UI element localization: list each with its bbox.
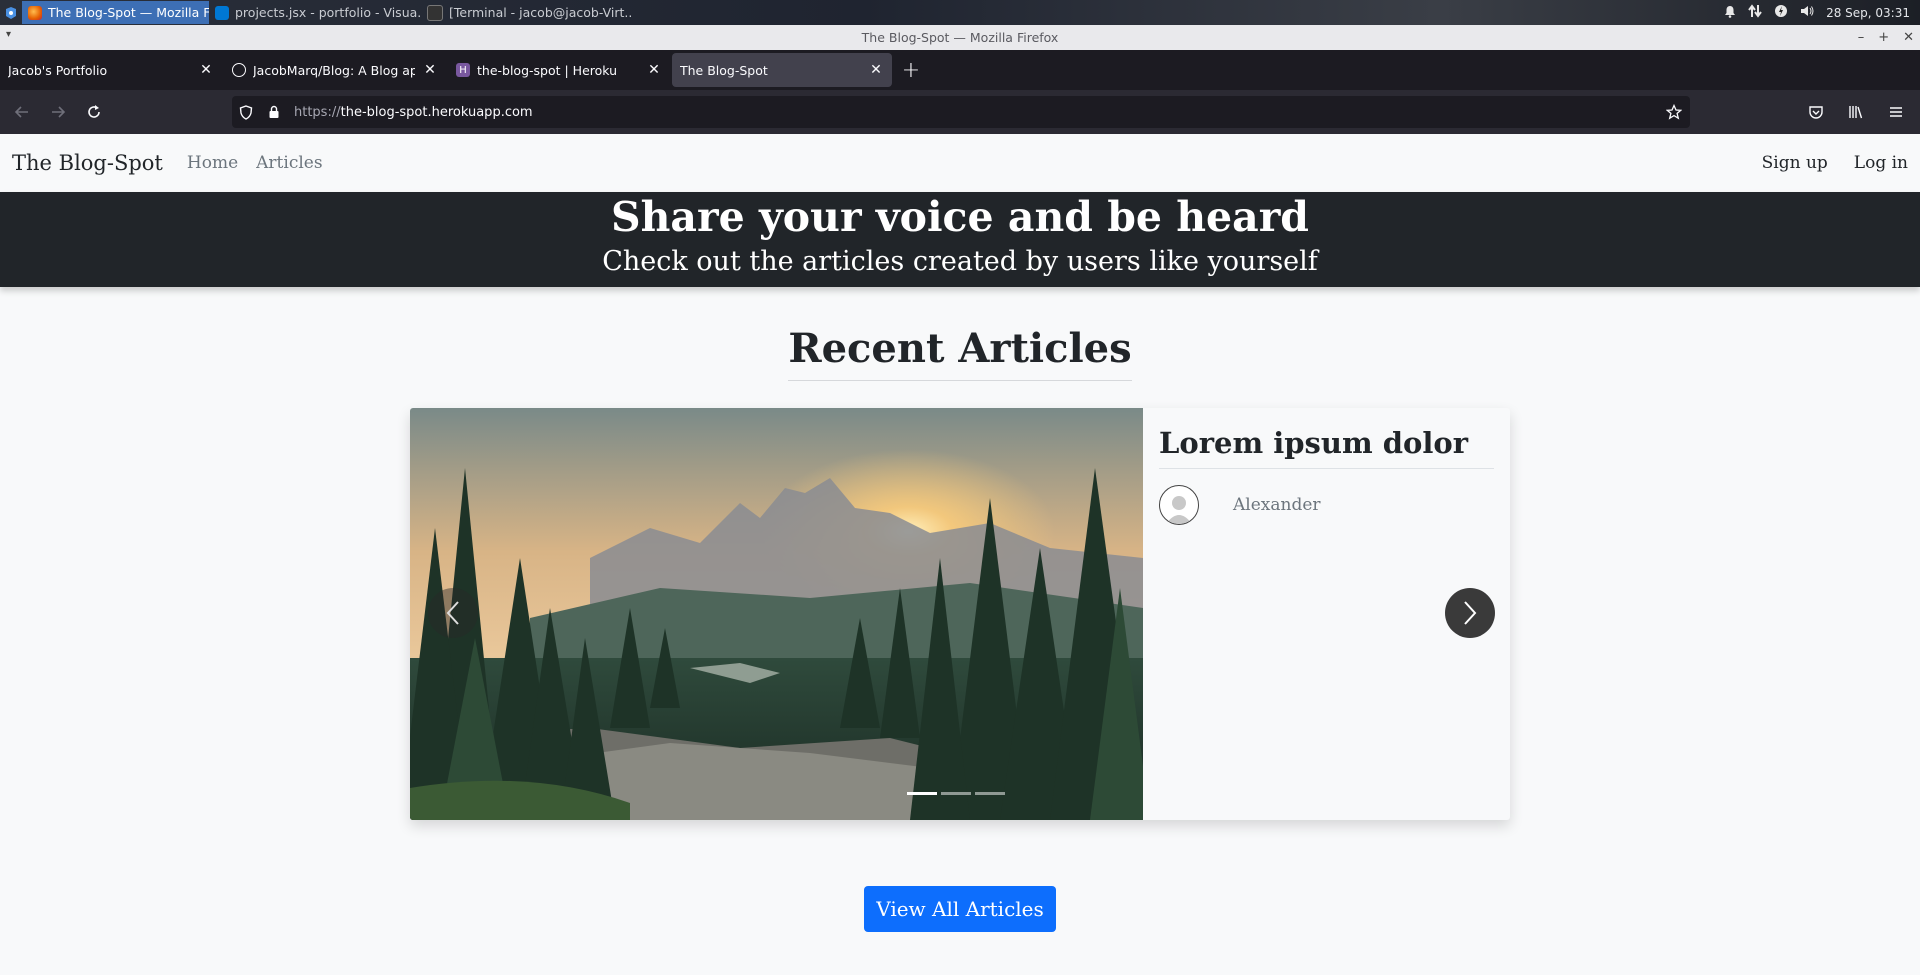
chevron-right-icon: [1464, 601, 1477, 625]
slide-image-forest[interactable]: [410, 408, 1143, 820]
tab-label: JacobMarq/Blog: A Blog app d: [253, 62, 415, 78]
carousel-indicator-1[interactable]: [907, 792, 937, 795]
library-button[interactable]: [1838, 96, 1874, 128]
url-host: the-blog-spot.herokuapp.com: [340, 104, 533, 120]
new-tab-button[interactable]: +: [894, 53, 928, 87]
url-text[interactable]: https://the-blog-spot.herokuapp.com: [294, 105, 533, 120]
window-titlebar: ▾ The Blog-Spot — Mozilla Firefox – + ✕: [0, 25, 1920, 50]
tab-blog-spot[interactable]: The Blog-Spot ✕: [672, 53, 892, 87]
author-row: Alexander: [1159, 485, 1494, 525]
close-tab-icon[interactable]: ✕: [422, 62, 438, 78]
page-viewport: The Blog-Spot Home Articles Sign up Log …: [0, 134, 1920, 975]
close-tab-icon[interactable]: ✕: [198, 62, 214, 78]
user-silhouette-icon: [1166, 496, 1192, 524]
tab-label: Jacob's Portfolio: [8, 62, 108, 78]
chevron-left-icon: [446, 601, 459, 625]
task-label: The Blog-Spot — Mozilla Fire...: [48, 5, 209, 20]
pocket-icon: [1809, 106, 1823, 119]
author-name[interactable]: Alexander: [1233, 495, 1321, 515]
tab-label: the-blog-spot | Heroku: [477, 62, 618, 78]
lock-icon[interactable]: [260, 105, 288, 119]
tab-label: The Blog-Spot: [680, 62, 768, 78]
app-menu-icon[interactable]: [0, 0, 22, 25]
url-bar[interactable]: https://the-blog-spot.herokuapp.com: [232, 96, 1690, 128]
firefox-icon: [28, 5, 42, 20]
maximize-icon[interactable]: +: [1878, 30, 1889, 45]
nav-link-signup[interactable]: Sign up: [1762, 153, 1828, 173]
tab-strip: Jacob's Portfolio ✕ JacobMarq/Blog: A Bl…: [0, 50, 1920, 90]
close-tab-icon[interactable]: ✕: [868, 62, 884, 78]
volume-icon[interactable]: [1800, 4, 1814, 21]
back-arrow-icon: [14, 106, 28, 118]
avatar: [1159, 485, 1199, 525]
os-taskbar: The Blog-Spot — Mozilla Fire... projects…: [0, 0, 1920, 25]
minimize-icon[interactable]: –: [1858, 30, 1865, 45]
carousel-next-button[interactable]: [1445, 588, 1495, 638]
forward-button[interactable]: [40, 96, 76, 128]
github-icon: [232, 63, 246, 77]
task-label: [Terminal - jacob@jacob-Virt...: [449, 5, 633, 20]
navigation-toolbar: https://the-blog-spot.herokuapp.com: [0, 90, 1920, 134]
hamburger-menu-button[interactable]: [1878, 96, 1914, 128]
window-title: The Blog-Spot — Mozilla Firefox: [861, 30, 1059, 45]
tracking-shield-icon[interactable]: [232, 104, 260, 120]
url-scheme: https://: [294, 104, 341, 120]
tab-heroku[interactable]: H the-blog-spot | Heroku ✕: [448, 53, 670, 87]
hero-headline: Share your voice and be heard: [611, 193, 1309, 241]
nav-link-home[interactable]: Home: [187, 153, 238, 173]
window-menu-icon[interactable]: ▾: [6, 29, 11, 40]
carousel-indicator-3[interactable]: [975, 792, 1005, 795]
bookmark-star-icon[interactable]: [1658, 104, 1690, 120]
close-tab-icon[interactable]: ✕: [646, 62, 662, 78]
carousel-indicators: [907, 792, 1005, 795]
pocket-button[interactable]: [1798, 96, 1834, 128]
hamburger-menu-icon: [1890, 107, 1902, 117]
taskbar-task-vscode[interactable]: projects.jsx - portfolio - Visua...: [209, 1, 421, 24]
terminal-icon: [427, 4, 443, 21]
hero-banner: Share your voice and be heard Check out …: [0, 192, 1920, 287]
carousel-indicator-2[interactable]: [941, 792, 971, 795]
heroku-icon: H: [456, 63, 470, 77]
slide-title[interactable]: Lorem ipsum dolor: [1159, 426, 1494, 469]
view-all-articles-button[interactable]: View All Articles: [864, 886, 1056, 932]
hero-subheadline: Check out the articles created by users …: [602, 246, 1318, 277]
power-icon[interactable]: [1774, 4, 1788, 21]
site-navbar: The Blog-Spot Home Articles Sign up Log …: [0, 134, 1920, 192]
recent-articles-heading-wrap: Recent Articles: [0, 325, 1920, 381]
reload-button[interactable]: [76, 96, 112, 128]
close-window-icon[interactable]: ✕: [1903, 30, 1914, 45]
notification-bell-icon[interactable]: [1724, 5, 1736, 21]
articles-carousel: Lorem ipsum dolor Alexander: [410, 408, 1510, 820]
tab-github[interactable]: JacobMarq/Blog: A Blog app d ✕: [224, 53, 446, 87]
carousel-prev-button[interactable]: [428, 588, 478, 638]
library-icon: [1849, 106, 1863, 119]
task-label: projects.jsx - portfolio - Visua...: [235, 5, 421, 20]
tab-jacobs-portfolio[interactable]: Jacob's Portfolio ✕: [0, 53, 222, 87]
reload-icon: [88, 105, 100, 118]
nav-link-login[interactable]: Log in: [1854, 153, 1908, 173]
site-brand[interactable]: The Blog-Spot: [12, 151, 163, 175]
clock[interactable]: 28 Sep, 03:31: [1826, 6, 1910, 20]
vscode-icon: [215, 5, 229, 20]
forward-arrow-icon: [52, 106, 66, 118]
network-icon[interactable]: [1748, 4, 1762, 21]
taskbar-task-terminal[interactable]: [Terminal - jacob@jacob-Virt...: [421, 1, 633, 24]
recent-articles-heading: Recent Articles: [788, 325, 1132, 381]
back-button[interactable]: [4, 96, 40, 128]
taskbar-task-firefox[interactable]: The Blog-Spot — Mozilla Fire...: [22, 1, 209, 24]
nav-link-articles[interactable]: Articles: [256, 153, 322, 173]
